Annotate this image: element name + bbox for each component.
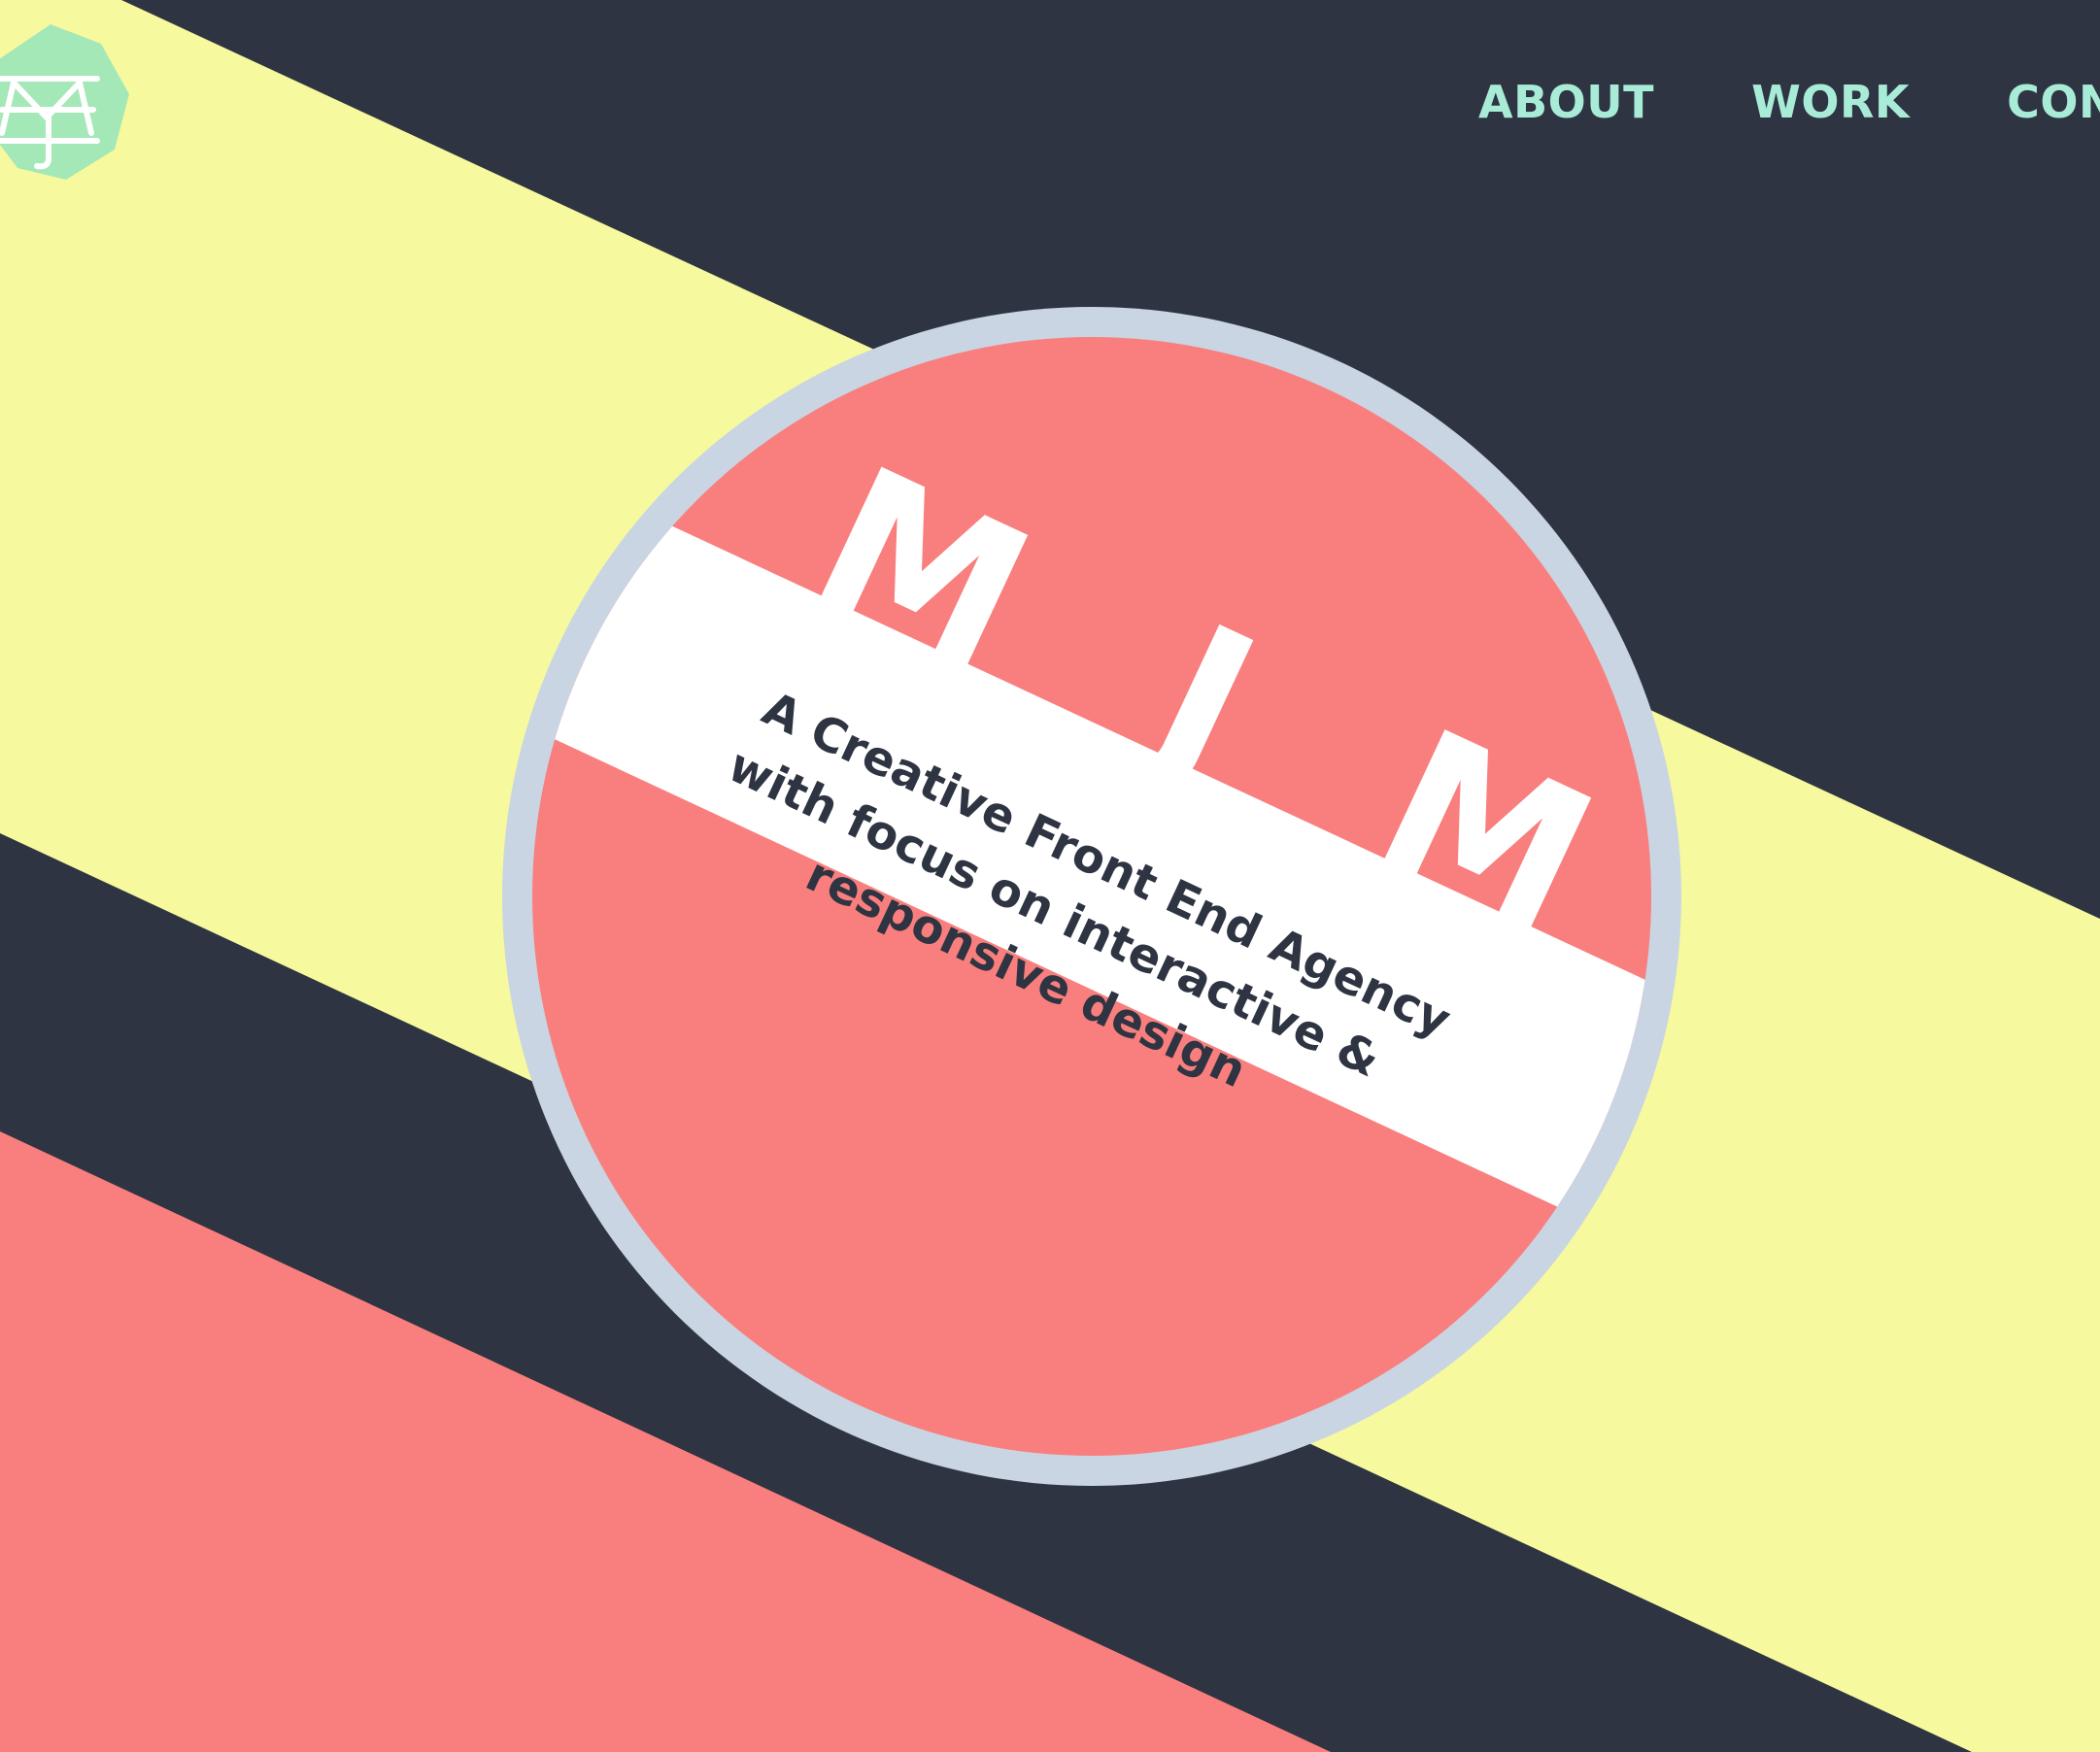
nav-item-contact: CONTACT <box>2007 76 2100 128</box>
hero-badge: M J M A Creative Front End Agency with f… <box>501 306 1682 1487</box>
logo-link[interactable] <box>0 24 129 180</box>
logo-icon <box>0 24 129 180</box>
nav-item-work: WORK <box>1751 76 1910 128</box>
hero-section: ABOUT WORK CONTACT M J <box>0 0 2100 1752</box>
nav-link-about[interactable]: ABOUT <box>1478 76 1654 128</box>
nav-link-work[interactable]: WORK <box>1751 76 1910 128</box>
nav-item-about: ABOUT <box>1478 76 1654 128</box>
nav-link-contact[interactable]: CONTACT <box>2007 76 2100 128</box>
main-nav: ABOUT WORK CONTACT <box>1478 76 2100 128</box>
